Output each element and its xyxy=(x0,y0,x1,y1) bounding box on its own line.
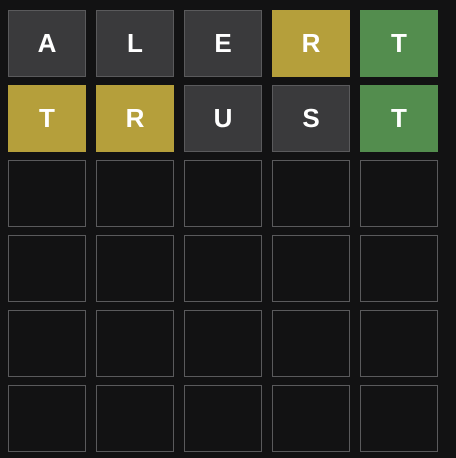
tile-r4-c3 xyxy=(184,235,262,302)
tile-r1-c4: R xyxy=(272,10,350,77)
tile-r3-c3 xyxy=(184,160,262,227)
tile-r2-c1: T xyxy=(8,85,86,152)
tile-r4-c1 xyxy=(8,235,86,302)
tile-r6-c5 xyxy=(360,385,438,452)
game-board: A L E R T T R U S T xyxy=(8,10,438,452)
tile-r2-c2: R xyxy=(96,85,174,152)
tile-r3-c4 xyxy=(272,160,350,227)
tile-r5-c1 xyxy=(8,310,86,377)
tile-r3-c1 xyxy=(8,160,86,227)
tile-r2-c5: T xyxy=(360,85,438,152)
tile-r4-c2 xyxy=(96,235,174,302)
tile-r1-c2: L xyxy=(96,10,174,77)
tile-r5-c5 xyxy=(360,310,438,377)
tile-r6-c1 xyxy=(8,385,86,452)
tile-r6-c3 xyxy=(184,385,262,452)
tile-r5-c2 xyxy=(96,310,174,377)
tile-r5-c3 xyxy=(184,310,262,377)
tile-r1-c5: T xyxy=(360,10,438,77)
tile-r1-c3: E xyxy=(184,10,262,77)
tile-r6-c4 xyxy=(272,385,350,452)
tile-r1-c1: A xyxy=(8,10,86,77)
tile-r5-c4 xyxy=(272,310,350,377)
tile-r3-c5 xyxy=(360,160,438,227)
tile-r3-c2 xyxy=(96,160,174,227)
tile-r2-c3: U xyxy=(184,85,262,152)
tile-r4-c4 xyxy=(272,235,350,302)
tile-r2-c4: S xyxy=(272,85,350,152)
tile-r6-c2 xyxy=(96,385,174,452)
tile-r4-c5 xyxy=(360,235,438,302)
